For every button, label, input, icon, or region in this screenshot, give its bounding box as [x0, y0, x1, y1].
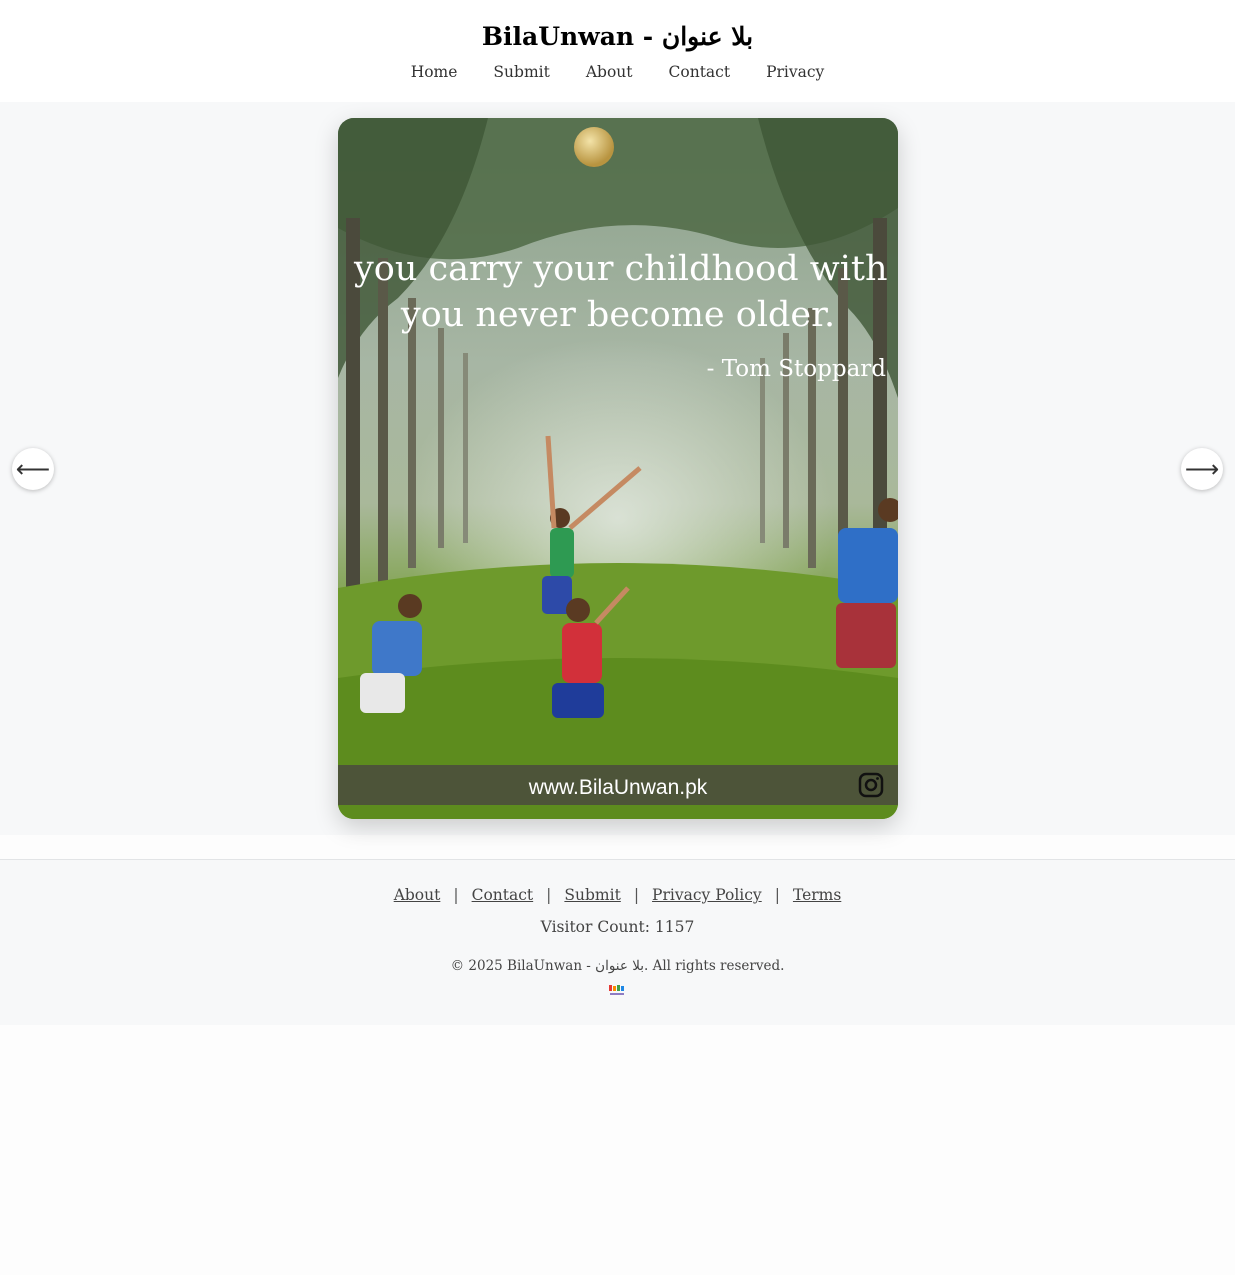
footer-link-about[interactable]: About — [394, 886, 441, 904]
prev-slide-button[interactable]: ⟵ — [12, 448, 54, 490]
arrow-left-icon: ⟵ — [15, 455, 51, 483]
footer-link-terms[interactable]: Terms — [793, 886, 841, 904]
site-logo-icon — [609, 985, 624, 995]
slide-card[interactable]: you carry your childhood with you you ne… — [338, 118, 898, 819]
nav-about[interactable]: About — [586, 63, 633, 81]
nav-privacy[interactable]: Privacy — [766, 63, 824, 81]
footer-separator: | — [453, 886, 459, 904]
nav-submit[interactable]: Submit — [493, 63, 549, 81]
quote-line-1: you carry your childhood with you — [353, 249, 898, 289]
footer-link-submit[interactable]: Submit — [564, 886, 620, 904]
quote-image: you carry your childhood with you you ne… — [338, 118, 898, 819]
visitor-count: Visitor Count: 1157 — [540, 918, 695, 936]
footer-links: About | Contact | Submit | Privacy Polic… — [0, 886, 1235, 904]
quote-slider: ⟵ you carry your childhood with you neve… — [0, 102, 1235, 835]
main-nav: Home Submit About Contact Privacy — [0, 63, 1235, 81]
site-footer: About | Contact | Submit | Privacy Polic… — [0, 859, 1235, 1025]
watermark-text: www.BilaUnwan.pk — [528, 776, 708, 799]
footer-link-privacy-policy[interactable]: Privacy Policy — [652, 886, 762, 904]
site-title[interactable]: BilaUnwan - بلا عنوان — [0, 22, 1235, 51]
footer-separator: | — [774, 886, 780, 904]
nav-contact[interactable]: Contact — [669, 63, 731, 81]
quote-attribution: - Tom Stoppard — [707, 356, 887, 382]
copyright-text: © 2025 BilaUnwan - بلا عنوان. All rights… — [450, 958, 785, 974]
nav-home[interactable]: Home — [411, 63, 458, 81]
footer-link-contact[interactable]: Contact — [472, 886, 534, 904]
footer-separator: | — [633, 886, 640, 904]
quote-line-2: you never become older. — [400, 295, 835, 335]
site-header: BilaUnwan - بلا عنوان Home Submit About … — [0, 0, 1235, 102]
footer-separator: | — [546, 886, 552, 904]
arrow-right-icon: ⟶ — [1184, 455, 1220, 483]
next-slide-button[interactable]: ⟶ — [1181, 448, 1223, 490]
